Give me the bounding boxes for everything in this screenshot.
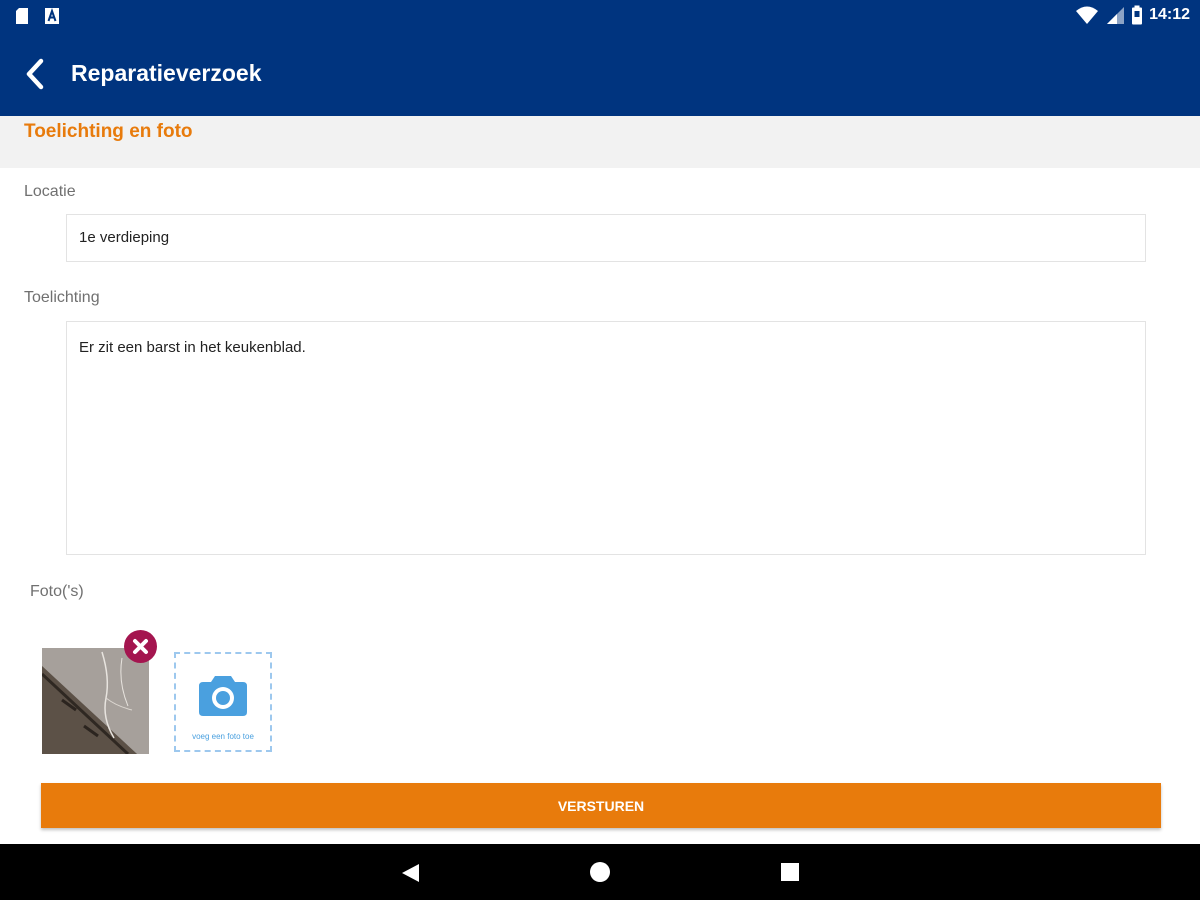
locatie-label: Locatie xyxy=(24,183,76,200)
locatie-input[interactable]: 1e verdieping xyxy=(66,214,1146,262)
fotos-label: Foto('s) xyxy=(30,583,84,600)
toelichting-textarea[interactable]: Er zit een barst in het keukenblad. xyxy=(66,321,1146,555)
a-notification-icon xyxy=(45,7,59,24)
back-triangle-icon[interactable] xyxy=(399,862,421,884)
home-circle-icon[interactable] xyxy=(589,861,611,883)
recents-square-icon[interactable] xyxy=(780,862,800,882)
status-bar: 14:12 xyxy=(0,0,1200,32)
close-icon xyxy=(133,639,148,654)
app-bar: Reparatieverzoek xyxy=(0,32,1200,116)
navigation-bar xyxy=(0,844,1200,900)
status-time: 14:12 xyxy=(1149,6,1190,23)
signal-icon xyxy=(1107,7,1125,24)
toelichting-value: Er zit een barst in het keukenblad. xyxy=(79,339,306,356)
section-header: Toelichting en foto xyxy=(0,116,1200,168)
versturen-button[interactable]: VERSTUREN xyxy=(41,783,1161,828)
add-photo-button[interactable]: voeg een foto toe xyxy=(174,652,272,752)
page-title: Reparatieverzoek xyxy=(71,60,262,86)
section-title: Toelichting en foto xyxy=(24,121,193,142)
add-photo-label: voeg een foto toe xyxy=(192,732,254,741)
remove-photo-button[interactable] xyxy=(124,630,157,663)
photo-thumbnail[interactable] xyxy=(42,648,149,754)
back-arrow-icon[interactable] xyxy=(18,56,54,92)
camera-icon xyxy=(199,676,247,716)
locatie-value: 1e verdieping xyxy=(79,229,170,246)
wifi-icon xyxy=(1076,6,1099,24)
sd-card-icon xyxy=(16,8,28,24)
toelichting-label: Toelichting xyxy=(24,289,100,306)
kitchen-counter-photo xyxy=(42,648,149,754)
battery-icon xyxy=(1132,5,1143,25)
